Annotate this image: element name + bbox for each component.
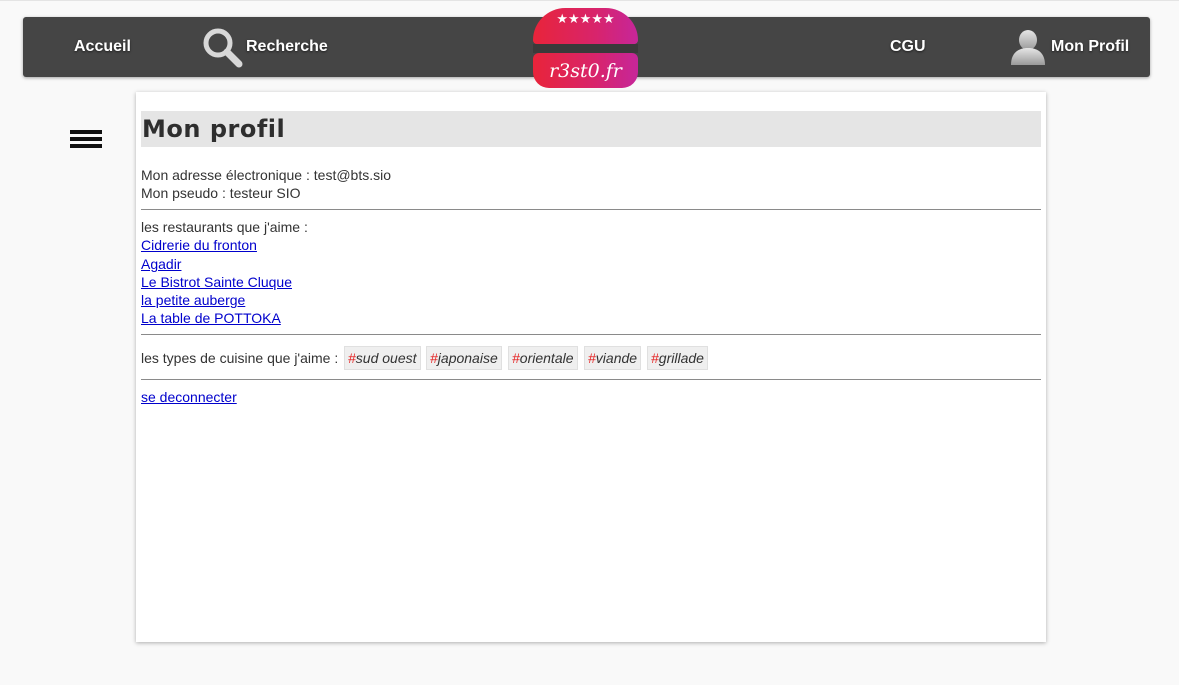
cuisine-tag[interactable]: #japonaise	[426, 346, 502, 370]
tag-hash: #	[512, 350, 520, 366]
restaurant-link[interactable]: Cidrerie du fronton	[141, 236, 257, 254]
tag-hash: #	[588, 350, 596, 366]
logo-bottom-bun: r3st0.fr	[533, 53, 638, 88]
menu-bar	[70, 130, 102, 134]
restaurant-link[interactable]: La table de POTTOKA	[141, 309, 281, 327]
nav-search-label: Recherche	[246, 38, 328, 55]
divider	[141, 209, 1041, 210]
nav-home-link[interactable]: Accueil	[74, 17, 131, 77]
page-title: Mon profil	[141, 111, 1041, 147]
tag-hash: #	[348, 350, 356, 366]
restaurants-heading: les restaurants que j'aime :	[141, 219, 308, 235]
logo-top-bun: ★★★★★	[533, 8, 638, 44]
tag-hash: #	[651, 350, 659, 366]
cuisine-tag[interactable]: #sud ouest	[344, 346, 421, 370]
logo-text: r3st0.fr	[549, 60, 622, 82]
tag-label: grillade	[658, 350, 704, 366]
nav-cgu-link[interactable]: CGU	[890, 17, 926, 77]
nav-profile-label: Mon Profil	[1051, 38, 1130, 55]
restaurant-link[interactable]: Agadir	[141, 255, 181, 273]
logo-stars: ★★★★★	[556, 11, 615, 26]
cuisine-tag[interactable]: #grillade	[647, 346, 708, 370]
user-icon	[1011, 30, 1045, 65]
tag-label: japonaise	[437, 350, 498, 366]
cuisine-tag[interactable]: #viande	[584, 346, 642, 370]
email-info: Mon adresse électronique : test@bts.sio	[141, 167, 392, 183]
pseudo-info: Mon pseudo : testeur SIO	[141, 185, 301, 201]
restaurant-link[interactable]: Le Bistrot Sainte Cluque	[141, 273, 292, 291]
logout-link[interactable]: se deconnecter	[141, 388, 237, 406]
profile-card: Mon profil Mon adresse électronique : te…	[136, 92, 1046, 642]
search-icon	[203, 28, 243, 68]
tag-label: viande	[595, 350, 638, 366]
hamburger-menu-icon[interactable]	[70, 130, 102, 150]
tag-label: orientale	[519, 350, 574, 366]
cuisine-heading: les types de cuisine que j'aime :	[141, 350, 339, 366]
divider	[141, 334, 1041, 335]
tag-hash: #	[430, 350, 438, 366]
divider	[141, 379, 1041, 380]
cuisine-tag[interactable]: #orientale	[508, 346, 578, 370]
site-logo[interactable]: ★★★★★ r3st0.fr	[533, 8, 638, 88]
top-border	[0, 0, 1179, 1]
restaurant-link[interactable]: la petite auberge	[141, 291, 245, 309]
menu-bar	[70, 137, 102, 141]
tag-label: sud ouest	[355, 350, 417, 366]
logo-band	[533, 44, 638, 53]
menu-bar	[70, 144, 102, 148]
